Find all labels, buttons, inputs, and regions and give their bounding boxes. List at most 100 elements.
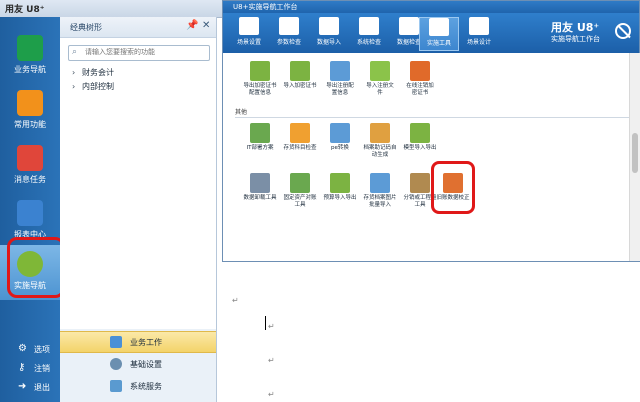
toolbar-system-check[interactable]: 系统检查 [349,17,389,51]
rail-item-business-nav[interactable]: 业务导航 [0,29,60,84]
tree-item-financial-accounting[interactable]: › 财务会计 [72,67,114,78]
scrollbar-thumb[interactable] [632,133,638,173]
tree-item-internal-control[interactable]: › 内部控制 [72,81,114,92]
logout-button[interactable]: ⚷ 注销 [0,359,60,377]
toolbar-label: 系统检查 [356,39,381,46]
rail-label: 业务导航 [14,65,46,74]
certificate-export-icon [250,61,270,81]
brand-name: 用友 U8⁺ [551,21,600,34]
workbench-title: U8+实施导航工作台 [233,3,298,11]
nav-header: 经典树形 📌 ✕ [60,17,216,38]
nav-icon [17,35,43,61]
magnifier-icon [290,123,310,143]
document-import-icon [370,61,390,81]
exit-button[interactable]: ➜ 退出 [0,378,60,396]
tab-label: 基础设置 [130,360,162,369]
workbench-titlebar: U8+实施导航工作台 [223,1,639,13]
toolbar-scene-settings[interactable]: 场景设置 [229,17,269,51]
gear-icon [110,358,122,370]
document-search-icon [410,173,430,193]
ledger-icon [290,173,310,193]
app-titlebar: 用友 U8⁺ [0,0,224,18]
nav-bottom-tabs: 业务工作 基础设置 系统服务 [60,329,216,402]
text-cursor [265,316,266,330]
tools-icon [429,18,449,36]
rail-label: 常用功能 [14,120,46,129]
options-button[interactable]: ⚙ 选项 [0,340,60,358]
rail-label: 消息任务 [14,175,46,184]
power-certificate-icon [410,61,430,81]
database-icon [399,17,419,35]
tab-label: 业务工作 [130,338,162,347]
section-label-other: 其他 [235,109,248,116]
left-rail: 业务导航 常用功能 消息任务 报表中心 实施导航 ⚙ 选项 ⚷ 注销 ➜ 退出 [0,17,60,402]
workbench-toolbar: 场景设置 参数检查 数据导入 系统检查 数据检查 实施工具 场景设计 用友 U8… [223,13,639,53]
star-icon [17,90,43,116]
tree-label: 内部控制 [82,82,114,91]
scrollbar[interactable] [629,53,640,261]
tool-online-revoke-cert[interactable]: 在线注销加 密证书 [395,61,445,107]
document-list-icon [370,123,390,143]
toolbar-label: 数据导入 [316,39,341,46]
close-icon[interactable]: ✕ [202,20,210,31]
search-box[interactable]: ⌕ [68,45,210,61]
monitor-icon [110,380,122,392]
gear-icon: ⚙ [18,343,27,354]
toolbar-implementation-tools[interactable]: 实施工具 [419,17,459,51]
nav-panel: 经典树形 📌 ✕ ⌕ › 财务会计 › 内部控制 业务工作 基础设置 系统服务 [60,17,217,402]
tab-basic-settings[interactable]: 基础设置 [60,354,216,374]
tool-label: 模型导入导出 [403,145,437,151]
exit-icon: ➜ [18,381,27,392]
spreadsheet-icon [330,61,350,81]
budget-transfer-icon [330,173,350,193]
clapper-icon [239,17,259,35]
toolbar-label: 场景设置 [236,39,261,46]
deployment-icon [250,123,270,143]
toolbar-label: 场景设计 [466,39,491,46]
check-icon [279,17,299,35]
toolbar-scene-design[interactable]: 场景设计 [459,17,499,51]
app-logo: 用友 U8⁺ [5,5,45,15]
tool-label: 在线注销加 密证书 [406,83,434,96]
key-icon: ⚷ [18,362,26,373]
transfer-icon [410,123,430,143]
paragraph-mark: ↵ [232,296,239,305]
paragraph-mark: ↵ [268,356,275,365]
workbench-window: U8+实施导航工作台 场景设置 参数检查 数据导入 系统检查 数据检查 实施工具 [222,0,640,262]
pin-icon[interactable]: 📌 [186,20,198,31]
chevron-right-icon: › [72,82,76,91]
image-import-icon [370,173,390,193]
toolbar-label: 实施工具 [426,40,451,47]
paragraph-mark: ↵ [268,322,275,331]
message-icon [17,145,43,171]
toolbar-data-import[interactable]: 数据导入 [309,17,349,51]
rail-item-common-functions[interactable]: 常用功能 [0,84,60,139]
workbench-body: 导出加密证书 配置信息 导入加密证书 导出注册配 置信息 导入注册文 件 在线注… [223,53,639,261]
forbidden-icon [615,23,631,39]
monitor-delete-icon [250,173,270,193]
highlight-box [7,237,65,298]
toolbar-param-check[interactable]: 参数检查 [269,17,309,51]
chevron-right-icon: › [72,68,76,77]
pe-convert-icon [330,123,350,143]
tab-business-work[interactable]: 业务工作 [60,331,216,353]
system-icon [359,17,379,35]
toolbar-label: 参数检查 [276,39,301,46]
certificate-import-icon [290,61,310,81]
tab-system-services[interactable]: 系统服务 [60,376,216,396]
import-icon [319,17,339,35]
brand-subtitle: 实施导航工作台 [551,35,600,43]
nav-title: 经典树形 [70,23,102,32]
highlight-box [431,161,475,214]
design-icon [469,17,489,35]
section-divider [235,117,629,118]
rail-item-messages[interactable]: 消息任务 [0,139,60,194]
search-icon: ⌕ [72,47,78,57]
paragraph-mark: ↵ [268,390,275,399]
options-label: 选项 [34,345,50,354]
search-input[interactable] [85,46,203,58]
logout-label: 注销 [34,364,50,373]
tree-label: 财务会计 [82,68,114,77]
report-icon [17,200,43,226]
exit-label: 退出 [34,383,50,392]
